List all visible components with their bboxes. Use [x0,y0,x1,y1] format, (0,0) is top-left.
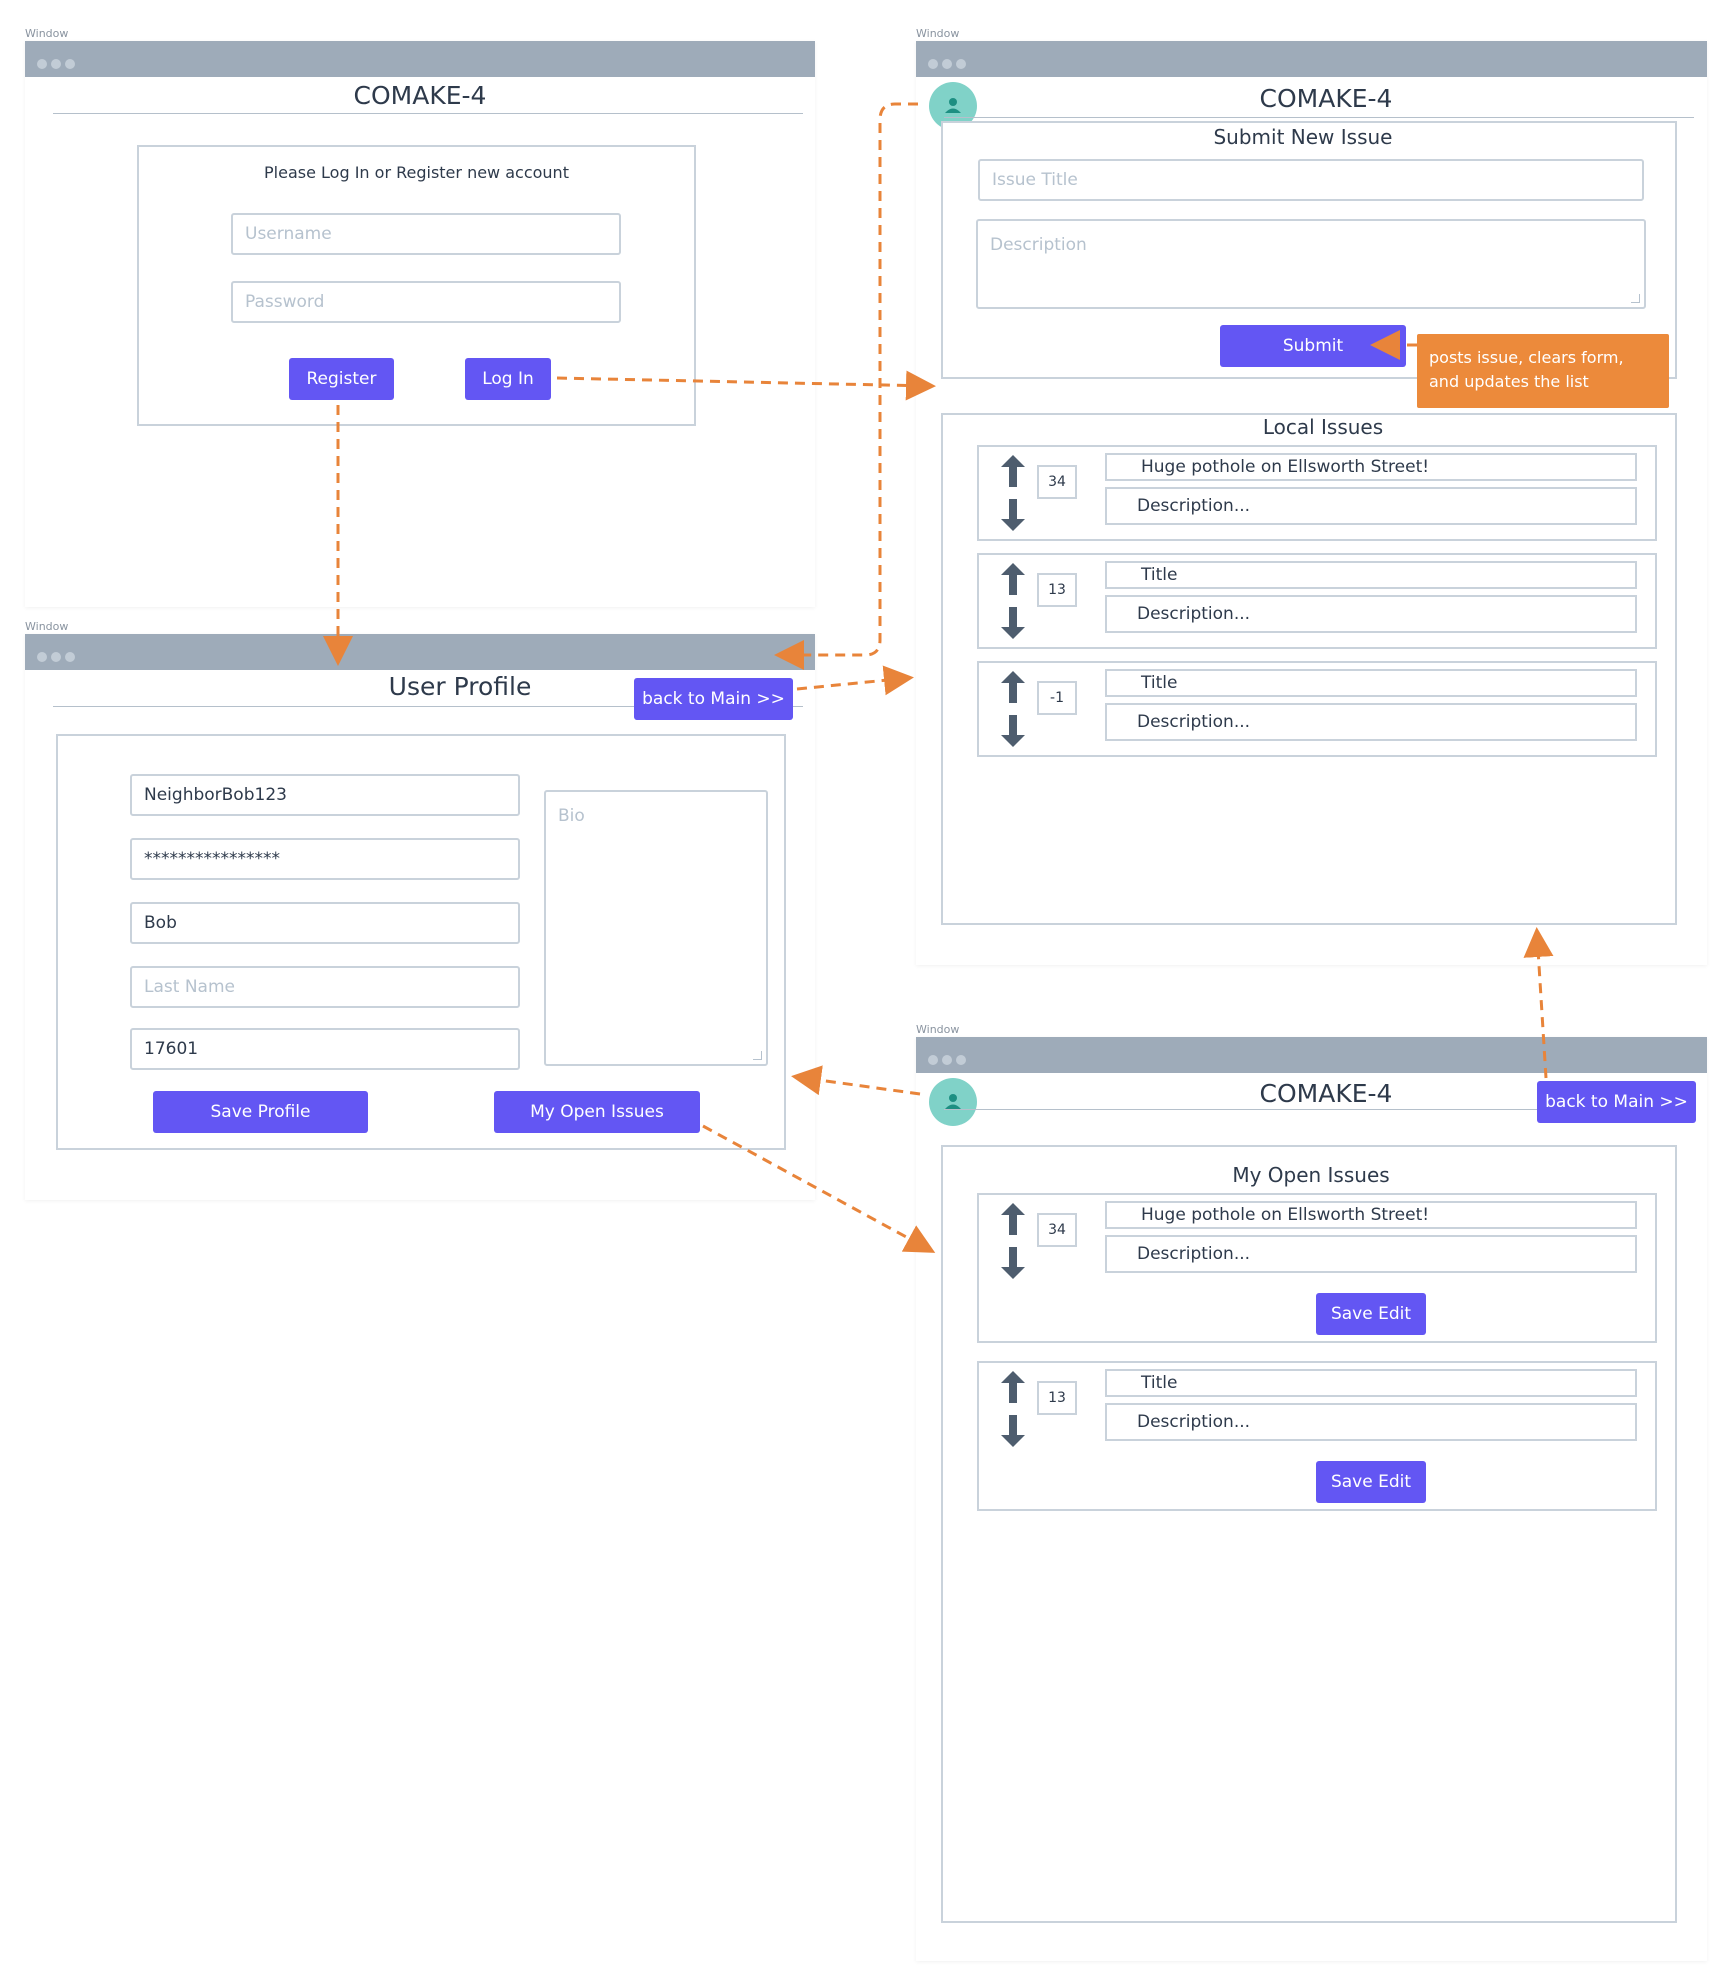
connector-login-to-main [556,370,936,401]
connector-my-issues-avatar-to-profile [791,1065,921,1096]
flow-connectors [323,102,1554,1253]
connector-profile-back-to-main [796,665,914,696]
connector-my-issues-back-to-main [1523,927,1554,1079]
connector-avatar-to-profile [774,102,918,670]
connector-open-issues [702,1124,936,1253]
